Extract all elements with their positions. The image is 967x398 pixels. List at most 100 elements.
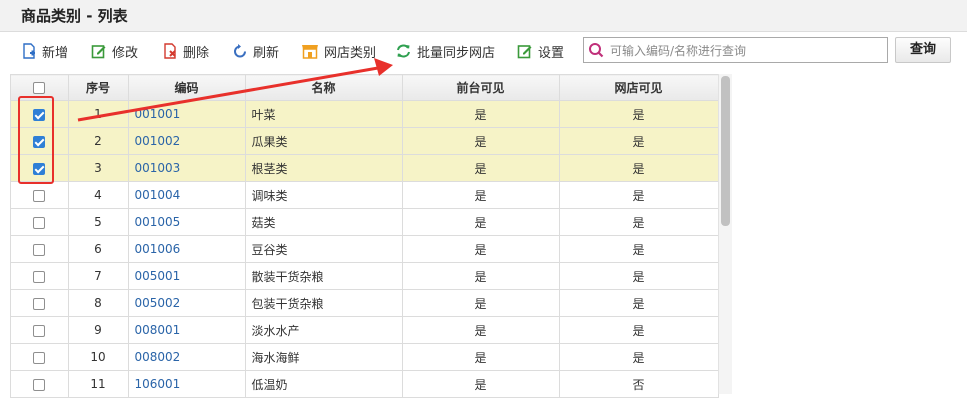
- row-checkbox-cell[interactable]: [11, 208, 69, 236]
- row-checkbox-cell[interactable]: [11, 127, 69, 155]
- row-checkbox-cell[interactable]: [11, 289, 69, 317]
- row-code-link[interactable]: 001003: [128, 154, 246, 182]
- query-button[interactable]: 查询: [895, 37, 951, 63]
- batch-sync-button-label: 批量同步网店: [417, 45, 496, 61]
- shop-icon: [302, 45, 318, 59]
- row-checkbox[interactable]: [33, 162, 46, 175]
- table-row[interactable]: 6 001006 豆谷类是是: [11, 235, 719, 263]
- add-button[interactable]: 新增: [21, 40, 68, 62]
- table-row[interactable]: 10 008002 海水海鲜是是: [11, 343, 719, 371]
- row-no: 5: [68, 208, 129, 236]
- search-input[interactable]: [608, 40, 884, 62]
- row-front-visible: 是: [402, 262, 560, 290]
- row-no: 10: [68, 343, 129, 371]
- row-checkbox-cell[interactable]: [11, 370, 69, 398]
- row-code-link[interactable]: 001004: [128, 181, 246, 209]
- row-name: 低温奶: [245, 370, 403, 398]
- table-row[interactable]: 1 001001 叶菜是是: [11, 100, 719, 128]
- row-checkbox-cell[interactable]: [11, 262, 69, 290]
- row-front-visible: 是: [402, 181, 560, 209]
- row-checkbox[interactable]: [33, 243, 46, 256]
- row-shop-visible: 是: [559, 127, 719, 155]
- row-code-link[interactable]: 001001: [128, 100, 246, 128]
- shop-category-button[interactable]: 网店类别: [301, 40, 376, 62]
- row-code-link[interactable]: 008002: [128, 343, 246, 371]
- row-checkbox-cell[interactable]: [11, 235, 69, 263]
- table-row[interactable]: 7 005001 散装干货杂粮是是: [11, 262, 719, 290]
- row-front-visible: 是: [402, 208, 560, 236]
- select-all-checkbox[interactable]: [33, 82, 46, 94]
- table-row[interactable]: 2 001002 瓜果类是是: [11, 127, 719, 155]
- settings-edit-icon: [517, 45, 532, 59]
- row-checkbox[interactable]: [33, 351, 46, 364]
- row-name: 海水海鲜: [245, 343, 403, 371]
- row-shop-visible: 是: [559, 235, 719, 263]
- row-no: 3: [68, 154, 129, 182]
- row-checkbox[interactable]: [33, 297, 46, 310]
- row-checkbox[interactable]: [33, 324, 46, 337]
- add-doc-icon: [23, 43, 35, 59]
- row-shop-visible: 是: [559, 154, 719, 182]
- row-name: 淡水水产: [245, 316, 403, 344]
- row-no: 7: [68, 262, 129, 290]
- row-code-link[interactable]: 005002: [128, 289, 246, 317]
- vertical-scrollbar[interactable]: [718, 74, 732, 394]
- table-row[interactable]: 3 001003 根茎类是是: [11, 154, 719, 182]
- table-row[interactable]: 4 001004 调味类是是: [11, 181, 719, 209]
- sync-icon: [397, 44, 410, 58]
- row-checkbox-cell[interactable]: [11, 100, 69, 128]
- shop-category-button-label: 网店类别: [324, 45, 377, 61]
- row-code-link[interactable]: 106001: [128, 370, 246, 398]
- row-checkbox[interactable]: [33, 216, 46, 229]
- row-code-link[interactable]: 001005: [128, 208, 246, 236]
- table-row[interactable]: 8 005002 包装干货杂粮是是: [11, 289, 719, 317]
- row-checkbox[interactable]: [33, 108, 46, 121]
- row-checkbox-cell[interactable]: [11, 154, 69, 182]
- select-all-header[interactable]: [11, 74, 69, 101]
- row-front-visible: 是: [402, 127, 560, 155]
- column-header-no[interactable]: 序号: [68, 74, 129, 101]
- column-header-front-visible[interactable]: 前台可见: [402, 74, 560, 101]
- row-checkbox-cell[interactable]: [11, 343, 69, 371]
- search-icon: [589, 43, 604, 58]
- row-name: 包装干货杂粮: [245, 289, 403, 317]
- table-row[interactable]: 9 008001 淡水水产是是: [11, 316, 719, 344]
- table-row[interactable]: 5 001005 菇类是是: [11, 208, 719, 236]
- row-shop-visible: 是: [559, 208, 719, 236]
- row-checkbox-cell[interactable]: [11, 181, 69, 209]
- row-name: 菇类: [245, 208, 403, 236]
- row-front-visible: 是: [402, 316, 560, 344]
- edit-icon: [91, 45, 106, 59]
- row-checkbox-cell[interactable]: [11, 316, 69, 344]
- refresh-button[interactable]: 刷新: [232, 40, 279, 62]
- row-shop-visible: 是: [559, 262, 719, 290]
- settings-button[interactable]: 设置: [517, 40, 564, 62]
- row-checkbox[interactable]: [33, 135, 46, 148]
- row-front-visible: 是: [402, 235, 560, 263]
- row-front-visible: 是: [402, 370, 560, 398]
- row-checkbox[interactable]: [33, 378, 46, 391]
- row-code-link[interactable]: 001002: [128, 127, 246, 155]
- row-front-visible: 是: [402, 154, 560, 182]
- column-header-code[interactable]: 编码: [128, 74, 246, 101]
- row-code-link[interactable]: 001006: [128, 235, 246, 263]
- edit-button[interactable]: 修改: [91, 40, 138, 62]
- row-shop-visible: 是: [559, 181, 719, 209]
- refresh-icon: [234, 44, 246, 58]
- row-code-link[interactable]: 005001: [128, 262, 246, 290]
- title-bar: 商品类别 - 列表: [0, 0, 967, 32]
- row-checkbox[interactable]: [33, 270, 46, 283]
- row-code-link[interactable]: 008001: [128, 316, 246, 344]
- delete-button[interactable]: 删除: [162, 40, 209, 62]
- row-no: 8: [68, 289, 129, 317]
- column-header-name[interactable]: 名称: [245, 74, 403, 101]
- scrollbar-thumb[interactable]: [721, 76, 730, 226]
- column-header-shop-visible[interactable]: 网店可见: [559, 74, 719, 101]
- edit-button-label: 修改: [112, 45, 139, 61]
- row-checkbox[interactable]: [33, 189, 46, 202]
- table-row[interactable]: 11 106001 低温奶是否: [11, 370, 719, 398]
- delete-doc-icon: [164, 43, 176, 59]
- row-name: 散装干货杂粮: [245, 262, 403, 290]
- batch-sync-button[interactable]: 批量同步网店: [395, 40, 495, 62]
- table-header-row: 序号 编码 名称 前台可见 网店可见: [11, 74, 719, 101]
